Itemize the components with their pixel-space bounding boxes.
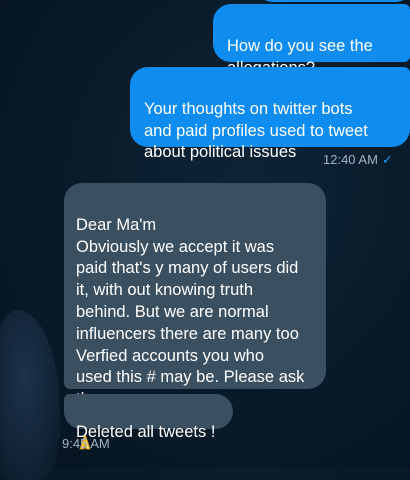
message-timestamp: 9:45 AM (62, 436, 110, 451)
previous-message-bubble[interactable] (258, 0, 410, 2)
outgoing-message-bubble[interactable]: How do you see the allegations? (213, 4, 410, 77)
message-text: Dear Ma'm Obviously we accept it was pai… (76, 215, 305, 408)
read-check-icon: ✓ (381, 152, 393, 167)
incoming-message-bubble[interactable]: Deleted all tweets ! (64, 394, 233, 441)
outgoing-message-bubble[interactable]: Your thoughts on twitter bots and paid p… (130, 67, 410, 161)
timestamp-text: 12:40 AM (323, 152, 378, 167)
timestamp-text: 9:45 AM (62, 436, 110, 451)
message-timestamp: 12:40 AM ✓ (323, 152, 393, 168)
incoming-message-bubble[interactable]: Dear Ma'm Obviously we accept it was pai… (64, 183, 326, 450)
blurred-hand-overlay (0, 310, 60, 480)
